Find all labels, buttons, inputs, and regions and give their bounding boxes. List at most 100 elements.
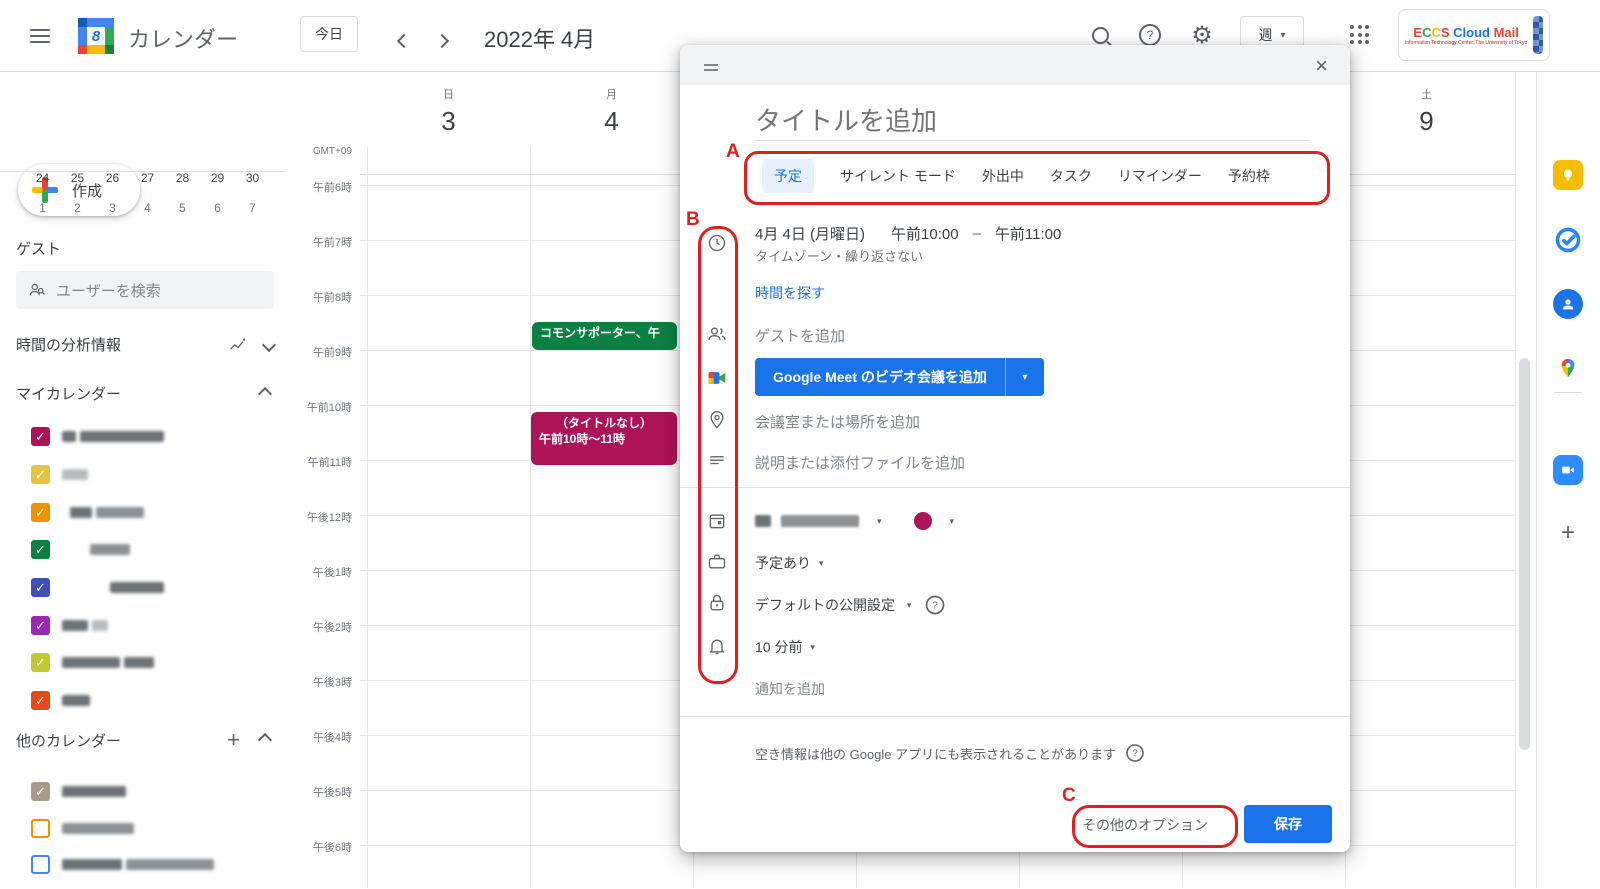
calendar-list-item[interactable] (31, 855, 214, 874)
guests-icon (707, 324, 727, 349)
add-location-field[interactable]: 会議室または場所を追加 (755, 411, 920, 432)
find-time-link[interactable]: 時間を探す (755, 283, 825, 303)
mini-calendar-day[interactable]: 29 (200, 171, 235, 185)
mini-calendar-day[interactable]: 4 (130, 201, 165, 215)
event-block[interactable]: コモンサポーター、午 (532, 322, 677, 350)
calendar-list-item[interactable]: ✓ (31, 616, 108, 635)
my-calendars-label: マイカレンダー (16, 383, 121, 404)
day-header-sun[interactable]: 日 3 (367, 86, 530, 137)
chevron-up-icon[interactable] (258, 386, 272, 400)
add-meet-button[interactable]: Google Meet のビデオ会議を追加 (755, 358, 1005, 396)
location-pin-icon (707, 410, 727, 435)
event-block[interactable]: （タイトルなし） 午前10時〜11時 (531, 412, 677, 465)
calendar-list-item[interactable]: ✓ (31, 465, 88, 484)
zoom-icon[interactable] (1553, 455, 1583, 485)
next-period-icon[interactable] (432, 28, 452, 56)
save-button[interactable]: 保存 (1244, 805, 1332, 843)
user-search-placeholder: ユーザーを検索 (56, 280, 161, 301)
busy-select[interactable]: 予定あり ▾ (755, 553, 824, 573)
tab-appointment[interactable]: 予約枠 (1228, 166, 1270, 186)
event-color-swatch[interactable] (914, 512, 932, 530)
close-icon[interactable]: × (1309, 53, 1334, 79)
keep-icon[interactable] (1553, 160, 1583, 190)
mini-calendar-day[interactable]: 2 (60, 201, 95, 215)
prev-period-icon[interactable] (394, 28, 414, 56)
account-button[interactable]: ECCS Cloud Mail Information Technology C… (1398, 9, 1550, 61)
visibility-help-icon[interactable]: ? (925, 596, 944, 615)
calendar-checkbox[interactable]: ✓ (31, 465, 50, 484)
add-notification-field[interactable]: 通知を追加 (755, 679, 825, 699)
dialog-drag-bar[interactable]: × (680, 45, 1350, 85)
calendar-checkbox[interactable] (31, 819, 50, 838)
datetime-row[interactable]: 4月 4日 (月曜日) 午前10:00 – 午前11:00 (755, 223, 1061, 244)
day-header-mon[interactable]: 月 4 (530, 86, 693, 137)
reminder-select[interactable]: 10 分前 ▾ (755, 637, 815, 657)
calendar-list-item[interactable]: ✓ (31, 782, 126, 801)
maps-icon[interactable] (1553, 353, 1583, 383)
add-other-calendar-icon[interactable]: + (227, 727, 240, 753)
end-time-value[interactable]: 午前11:00 (995, 223, 1061, 244)
calendar-list-item[interactable]: ✓ (31, 503, 144, 522)
bell-icon (707, 636, 727, 661)
calendar-list-item[interactable]: ✓ (31, 578, 164, 597)
column-line (530, 147, 531, 888)
user-search-input[interactable]: ユーザーを検索 (16, 271, 274, 309)
calendar-checkbox[interactable]: ✓ (31, 427, 50, 446)
mini-calendar-day[interactable]: 24 (25, 171, 60, 185)
tab-task[interactable]: タスク (1050, 166, 1092, 186)
calendar-checkbox[interactable]: ✓ (31, 653, 50, 672)
mini-calendar-day[interactable]: 1 (25, 201, 60, 215)
date-value[interactable]: 4月 4日 (月曜日) (755, 223, 865, 244)
mini-calendar-day[interactable]: 5 (165, 201, 200, 215)
chevron-up-icon[interactable] (258, 733, 272, 747)
grid-scrollbar[interactable] (1519, 358, 1530, 750)
calendar-list-item[interactable] (31, 819, 134, 838)
calendar-list-item[interactable]: ✓ (31, 427, 164, 446)
tasks-icon[interactable] (1553, 225, 1583, 255)
calendar-checkbox[interactable]: ✓ (31, 616, 50, 635)
mini-calendar-day[interactable]: 25 (60, 171, 95, 185)
mini-calendar-day[interactable]: 6 (200, 201, 235, 215)
calendar-list-item[interactable]: ✓ (31, 653, 154, 672)
calendar-checkbox[interactable]: ✓ (31, 503, 50, 522)
tab-focus-time[interactable]: サイレント モード (840, 166, 956, 186)
more-options-button[interactable]: その他のオプション (1082, 815, 1208, 835)
calendar-checkbox[interactable]: ✓ (31, 691, 50, 710)
meet-options-dropdown[interactable]: ▾ (1005, 358, 1044, 396)
today-button[interactable]: 今日 (300, 16, 358, 52)
avatar[interactable] (1533, 16, 1543, 54)
calendar-list-item[interactable]: ✓ (31, 691, 90, 710)
calendar-checkbox[interactable] (31, 855, 50, 874)
get-addons-icon[interactable]: + (1553, 518, 1583, 548)
my-calendars-header[interactable]: マイカレンダー (16, 383, 274, 404)
tab-out-of-office[interactable]: 外出中 (982, 166, 1024, 186)
calendar-checkbox[interactable]: ✓ (31, 578, 50, 597)
chevron-down-icon[interactable] (262, 337, 276, 351)
calendar-list-item[interactable]: ✓ (31, 540, 130, 559)
timezone-recurrence-note[interactable]: タイムゾーン・繰り返さない (755, 246, 923, 265)
drag-handle-icon[interactable] (704, 61, 718, 74)
start-time-value[interactable]: 午前10:00 (891, 223, 959, 244)
mini-calendar-day[interactable]: 7 (235, 201, 270, 215)
day-header-sat[interactable]: 土 9 (1345, 86, 1508, 137)
add-description-field[interactable]: 説明または添付ファイルを追加 (755, 452, 965, 473)
tab-event[interactable]: 予定 (762, 159, 814, 193)
mini-calendar-day[interactable]: 27 (130, 171, 165, 185)
mini-calendar-day[interactable]: 3 (95, 201, 130, 215)
event-title-input[interactable]: タイトルを追加 (755, 101, 937, 138)
mini-calendar-day[interactable]: 26 (95, 171, 130, 185)
visibility-value: デフォルトの公開設定 (755, 595, 895, 615)
add-guests-field[interactable]: ゲストを追加 (755, 325, 845, 346)
tab-reminder[interactable]: リマインダー (1118, 166, 1202, 186)
visibility-select[interactable]: デフォルトの公開設定 ▾ ? (755, 594, 946, 616)
caret-down-icon: ▾ (810, 642, 815, 653)
main-menu-icon[interactable] (30, 25, 50, 47)
calendar-checkbox[interactable]: ✓ (31, 782, 50, 801)
calendar-checkbox[interactable]: ✓ (31, 540, 50, 559)
mini-calendar-day[interactable]: 28 (165, 171, 200, 185)
availability-help-icon[interactable]: ? (1126, 744, 1144, 762)
contacts-icon[interactable] (1553, 289, 1583, 319)
insights-row[interactable]: 時間の分析情報 (16, 334, 274, 355)
mini-calendar-day[interactable]: 30 (235, 171, 270, 185)
calendar-select-row[interactable]: ▾ ▾ (755, 512, 954, 530)
